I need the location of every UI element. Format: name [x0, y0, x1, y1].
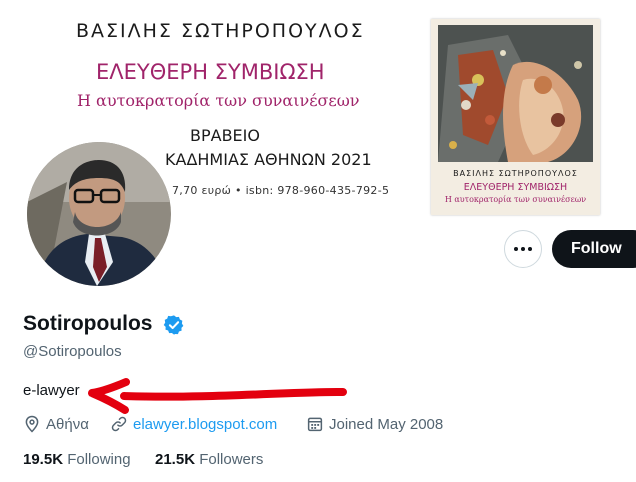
banner-subtitle: Η αυτοκρατορία των συναινέσεων [77, 91, 360, 110]
joined-text: Joined May 2008 [329, 415, 444, 433]
cover-title: ΕΛΕΥΘΕΡΗ ΣΥΜΒΙΩΣΗ [463, 182, 568, 193]
avatar-photo [27, 142, 171, 286]
followers-label: Followers [199, 451, 264, 468]
profile-location: Αθήνα [23, 415, 89, 433]
profile-website[interactable]: elawyer.blogspot.com [110, 415, 277, 433]
profile-bio: e-lawyer [23, 382, 80, 399]
following-count: 19.5K [23, 451, 64, 468]
more-options-button[interactable] [504, 230, 542, 268]
avatar[interactable] [24, 139, 174, 289]
following-link[interactable]: 19.5K Following [23, 451, 131, 468]
website-link[interactable]: elawyer.blogspot.com [133, 416, 277, 433]
banner-price-isbn: 7,70 ευρώ • isbn: 978-960-435-792-5 [172, 184, 390, 197]
cover-subtitle: Η αυτοκρατορία των συναινέσεων [444, 195, 587, 204]
followers-link[interactable]: 21.5K Followers [155, 451, 263, 468]
book-cover: ΒΑΣΙΛΗΣ ΣΩΤΗΡΟΠΟΥΛΟΣ ΕΛΕΥΘΕΡΗ ΣΥΜΒΙΩΣΗ Η… [431, 19, 600, 215]
profile-joined: Joined May 2008 [306, 415, 443, 433]
location-text: Αθήνα [46, 415, 89, 433]
more-horizontal-icon [514, 247, 532, 251]
followers-count: 21.5K [155, 451, 196, 468]
cover-author: ΒΑΣΙΛΗΣ ΣΩΤΗΡΟΠΟΥΛΟΣ [453, 169, 578, 178]
following-label: Following [67, 451, 131, 468]
link-icon [111, 416, 127, 432]
profile-handle: @Sotiropoulos [23, 343, 122, 360]
location-pin-icon [25, 415, 39, 433]
banner-title: ΕΛΕΥΘΕΡΗ ΣΥΜΒΙΩΣΗ [96, 60, 325, 84]
calendar-icon [307, 417, 323, 432]
follow-button[interactable]: Follow [552, 230, 636, 268]
verified-badge-icon[interactable] [163, 314, 185, 336]
banner-author: ΒΑΣΙΛΗΣ ΣΩΤΗΡΟΠΟΥΛΟΣ [76, 20, 365, 42]
cover-painting [438, 25, 593, 162]
banner-award-line1: ΒΡΑΒΕΙΟ [190, 126, 260, 145]
profile-name: Sotiropoulos [23, 312, 153, 335]
banner-award-line2: ΚΑΔΗΜΙΑΣ ΑΘΗΝΩΝ 2021 [165, 150, 372, 169]
